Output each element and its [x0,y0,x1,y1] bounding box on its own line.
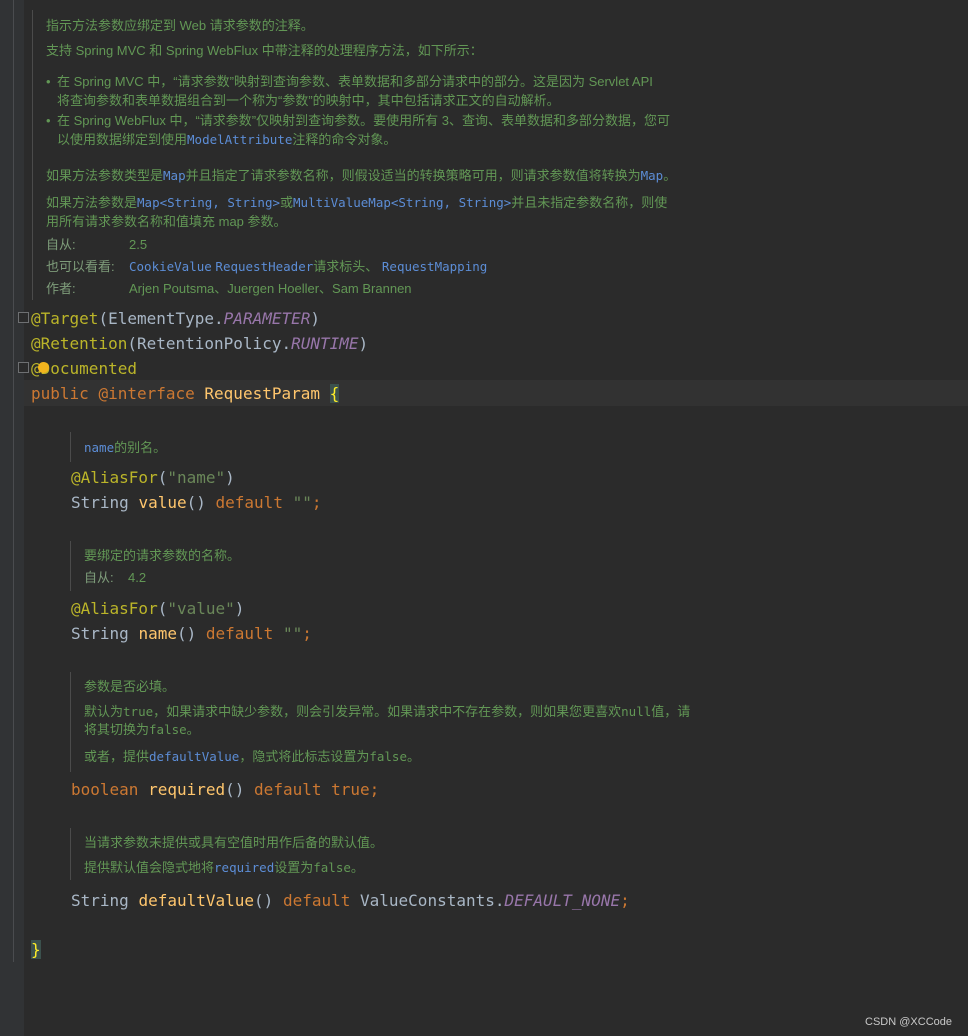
code-line: String defaultValue() default ValueConst… [71,891,630,910]
code-editor[interactable]: 指示方法参数应绑定到 Web 请求参数的注释。 支持 Spring MVC 和 … [24,0,968,1036]
code-line: String value() default ""; [71,493,322,512]
doc-tag-label: 自从: [46,237,76,252]
doc-text: 提供默认值会隐式地将required设置为false。 [84,860,364,875]
lightbulb-icon[interactable] [38,362,49,373]
method-javadoc: 当请求参数未提供或具有空值时用作后备的默认值。 提供默认值会隐式地将requir… [70,828,544,880]
doc-text: 指示方法参数应绑定到 Web 请求参数的注释。 [46,18,314,33]
doc-text: 当请求参数未提供或具有空值时用作后备的默认值。 [84,835,384,850]
doc-link[interactable]: Map<String, String> [137,195,280,210]
code-line: @AliasFor("name") [71,468,235,487]
doc-text: 或者，提供defaultValue，隐式将此标志设置为false。 [84,749,420,764]
doc-link[interactable]: ModelAttribute [187,132,292,147]
doc-tag-label: 自从: [84,570,114,585]
doc-text: 用所有请求参数名称和值填充 map 参数。 [46,214,287,229]
doc-see-also: CookieValue RequestHeader请求标头、 RequestMa… [129,259,488,274]
doc-link[interactable]: MultiValueMap<String, String> [293,195,511,210]
editor-gutter [0,0,24,1036]
class-javadoc: 指示方法参数应绑定到 Web 请求参数的注释。 支持 Spring MVC 和 … [32,10,726,300]
doc-link[interactable]: defaultValue [149,749,239,764]
doc-text: 如果方法参数类型是Map并且指定了请求参数名称，则假设适当的转换策略可用，则请求… [46,168,677,183]
doc-tag-label: 作者: [46,281,76,296]
code-line: boolean required() default true; [71,780,380,799]
doc-bullet: 在 Spring WebFlux 中，“请求参数”仅映射到查询参数。要使用所有 … [46,111,670,130]
doc-text: 默认为true，如果请求中缺少参数，则会引发异常。如果请求中不存在参数，则如果您… [84,704,691,719]
method-javadoc: 参数是否必填。 默认为true，如果请求中缺少参数，则会引发异常。如果请求中不存… [70,672,724,772]
doc-bullet: 在 Spring MVC 中，“请求参数”映射到查询参数、表单数据和多部分请求中… [46,72,653,91]
doc-link[interactable]: RequestMapping [382,259,487,274]
doc-link[interactable]: Map [641,168,664,183]
code-line: String name() default ""; [71,624,312,643]
doc-link[interactable]: name [84,440,114,455]
code-line: @Retention(RetentionPolicy.RUNTIME) [31,334,369,353]
doc-tag-value: 4.2 [128,570,147,585]
doc-link[interactable]: required [214,860,274,875]
doc-tag-value: 2.5 [129,237,148,252]
code-line: public @interface RequestParam { [31,384,340,403]
doc-link[interactable]: RequestHeader [215,259,313,274]
code-line: @Target(ElementType.PARAMETER) [31,309,321,328]
code-line: @AliasFor("value") [71,599,245,618]
fold-guide-line [13,0,14,962]
doc-link[interactable]: CookieValue [129,259,212,274]
doc-tag-value: Arjen Poutsma、Juergen Hoeller、Sam Branne… [129,281,412,296]
doc-text: 如果方法参数是Map<String, String>或MultiValueMap… [46,195,668,210]
doc-text: 以使用数据绑定到使用ModelAttribute注释的命令对象。 [57,132,397,147]
doc-link[interactable]: Map [163,168,186,183]
doc-text: 要绑定的请求参数的名称。 [84,548,241,563]
doc-text: name的别名。 [84,440,167,455]
doc-text: 支持 Spring MVC 和 Spring WebFlux 中带注释的处理程序… [46,43,483,58]
watermark: CSDN @XCCode [865,1016,952,1028]
method-javadoc: name的别名。 [70,432,484,462]
doc-text: 将其切换为false。 [84,722,200,737]
doc-text: 将查询参数和表单数据组合到一个称为“参数”的映射中，其中包括请求正文的自动解析。 [57,93,560,108]
brace-match: } [31,940,41,959]
method-javadoc: 要绑定的请求参数的名称。 自从: 4.2 [70,541,484,591]
doc-tag-label: 也可以看看: [46,259,115,274]
code-line: } [31,937,41,962]
doc-text: 参数是否必填。 [84,679,176,694]
brace-match: { [329,384,340,403]
